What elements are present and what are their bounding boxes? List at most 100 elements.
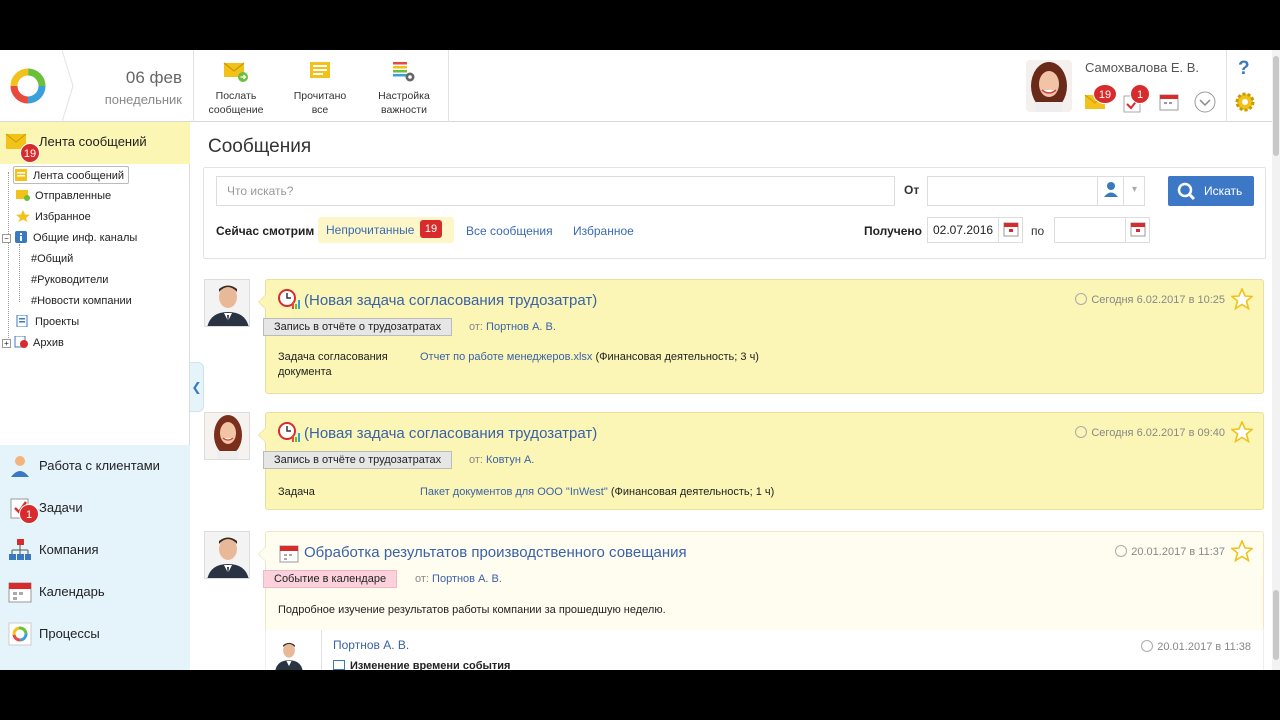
tree-item-projects[interactable]: Проекты xyxy=(16,313,79,331)
user-avatar[interactable] xyxy=(1026,60,1072,112)
tree-line xyxy=(19,244,20,302)
send-message-icon xyxy=(223,62,248,82)
sender-avatar[interactable] xyxy=(204,531,250,579)
date-to-field[interactable] xyxy=(1054,217,1150,243)
importance-settings-icon xyxy=(393,62,415,82)
sender-avatar[interactable] xyxy=(204,279,250,327)
nav-item-company[interactable]: Компания xyxy=(0,529,190,569)
tree-item-label: Избранное xyxy=(35,211,91,223)
calendar-icon[interactable] xyxy=(1158,92,1180,112)
task-clock-icon xyxy=(278,289,300,309)
from-dropdown-button[interactable]: ▾ xyxy=(1123,176,1145,206)
message-title[interactable]: (Новая задача согласования трудозатрат) xyxy=(304,425,597,442)
date-from-calendar-button[interactable] xyxy=(998,218,1022,242)
mark-all-read-button[interactable]: Прочитано все xyxy=(282,58,358,118)
help-icon[interactable]: ? xyxy=(1238,58,1250,80)
chevron-down-icon[interactable] xyxy=(1194,91,1216,113)
message-card[interactable]: Обработка результатов производственного … xyxy=(258,531,1264,631)
tree-item-channel-managers[interactable]: #Руководители xyxy=(31,271,108,289)
nav-label: Процессы xyxy=(39,626,100,641)
expand-toggle[interactable]: − xyxy=(2,234,11,243)
tree-item-channel-general[interactable]: #Общий xyxy=(31,250,73,268)
search-input[interactable]: Что искать? xyxy=(216,176,895,206)
person-picker-button[interactable] xyxy=(1097,176,1123,206)
tree-item-channel-news[interactable]: #Новости компании xyxy=(31,292,132,310)
calendar-event-icon xyxy=(279,545,299,563)
tab-favorites[interactable]: Избранное xyxy=(573,224,634,238)
tree-item-favorites[interactable]: Избранное xyxy=(16,208,91,226)
sender-link[interactable]: Ковтун А. xyxy=(486,454,534,466)
sidebar-feed-header[interactable]: 19 Лента сообщений xyxy=(0,122,190,164)
tab-all-messages[interactable]: Все сообщения xyxy=(466,224,553,238)
message-pointer xyxy=(258,294,266,310)
sender-link[interactable]: Портнов А. В. xyxy=(486,321,556,333)
search-button[interactable]: Искать xyxy=(1168,176,1254,206)
clients-icon xyxy=(11,456,29,477)
sender-link[interactable]: Портнов А. В. xyxy=(432,573,502,585)
scrollbar-thumb-lower[interactable] xyxy=(1273,590,1279,660)
tree-item-channels[interactable]: − Общие инф. каналы xyxy=(2,229,137,247)
star-icon[interactable] xyxy=(1231,421,1253,443)
nav-label: Компания xyxy=(39,542,99,557)
message-from: от: Портнов А. В. xyxy=(415,573,502,585)
top-bar: 06 фев понедельник Послать сообщение Про… xyxy=(0,50,1280,122)
message-card[interactable]: (Новая задача согласования трудозатрат) … xyxy=(258,279,1264,394)
message-field-value: Отчет по работе менеджеров.xlsx (Финансо… xyxy=(420,350,759,365)
reply-text-value: Изменение времени события xyxy=(350,660,511,670)
message-type-tag: Запись в отчёте о трудозатратах xyxy=(263,318,453,336)
scrollbar[interactable] xyxy=(1272,50,1280,670)
nav-label: Работа с клиентами xyxy=(39,458,160,473)
reply-divider xyxy=(321,630,322,670)
nav-item-clients[interactable]: Работа с клиентами xyxy=(0,445,190,485)
importance-settings-button[interactable]: Настройка важности xyxy=(366,58,442,118)
expand-toggle[interactable]: + xyxy=(2,339,11,348)
reply-author[interactable]: Портнов А. В. xyxy=(333,638,409,652)
app-logo-icon[interactable] xyxy=(8,66,48,106)
gear-icon[interactable] xyxy=(1234,91,1256,113)
nav-item-tasks[interactable]: 1 Задачи xyxy=(0,487,190,527)
date-weekday: понедельник xyxy=(104,92,182,107)
send-message-button[interactable]: Послать сообщение xyxy=(198,58,274,118)
document-link[interactable]: Пакет документов для ООО "InWest" xyxy=(420,486,608,498)
reply-date: 20.01.2017 в 11:38 xyxy=(1141,640,1251,653)
feed-header-label: Лента сообщений xyxy=(39,134,147,149)
company-icon xyxy=(9,539,31,560)
message-date: 20.01.2017 в 11:37 xyxy=(1115,545,1225,558)
message-title[interactable]: Обработка результатов производственного … xyxy=(304,544,687,561)
tab-unread[interactable]: Непрочитанные 19 xyxy=(318,217,454,243)
message-field-detail: (Финансовая деятельность; 1 ч) xyxy=(607,486,775,498)
date-to-calendar-button[interactable] xyxy=(1125,218,1149,242)
message-card[interactable]: (Новая задача согласования трудозатрат) … xyxy=(258,412,1264,510)
tree-item-archive[interactable]: + Архив xyxy=(2,334,64,352)
message-reply[interactable]: Портнов А. В. 20.01.2017 в 11:38 Изменен… xyxy=(265,630,1264,670)
sender-avatar[interactable] xyxy=(204,412,250,460)
message-date-value: Сегодня 6.02.2017 в 10:25 xyxy=(1091,294,1225,306)
date-from-field[interactable]: 02.07.2016 xyxy=(927,217,1023,243)
message-type-tag: Запись в отчёте о трудозатратах xyxy=(263,451,453,469)
message-title[interactable]: (Новая задача согласования трудозатрат) xyxy=(304,292,597,309)
received-label: Получено xyxy=(864,224,923,238)
star-icon xyxy=(16,210,30,222)
document-link[interactable]: Отчет по работе менеджеров.xlsx xyxy=(420,351,592,363)
app-window: 06 фев понедельник Послать сообщение Про… xyxy=(0,50,1280,670)
nav-item-processes[interactable]: Процессы xyxy=(0,613,190,653)
star-icon[interactable] xyxy=(1231,288,1253,310)
message-date: Сегодня 6.02.2017 в 09:40 xyxy=(1075,426,1225,439)
to-label: по xyxy=(1031,224,1045,238)
scrollbar-thumb[interactable] xyxy=(1273,56,1279,156)
current-date: 06 фев понедельник xyxy=(62,50,190,122)
tasks-nav-badge: 1 xyxy=(19,504,39,524)
from-label: От xyxy=(904,183,920,197)
message-pointer xyxy=(258,546,266,562)
processes-icon xyxy=(8,622,32,646)
star-icon[interactable] xyxy=(1231,540,1253,562)
messages-badge: 19 xyxy=(1093,84,1117,104)
main-navigation: Работа с клиентами 1 Задачи Компания Кал… xyxy=(0,445,190,670)
tree-item-sent[interactable]: Отправленные xyxy=(16,187,111,205)
user-name[interactable]: Самохвалова Е. В. xyxy=(1085,60,1199,75)
reply-avatar[interactable] xyxy=(274,638,304,670)
projects-icon xyxy=(16,315,28,327)
tree-item-feed[interactable]: Лента сообщений xyxy=(13,166,130,184)
date-from-value: 02.07.2016 xyxy=(933,223,994,237)
nav-item-calendar[interactable]: Календарь xyxy=(0,571,190,611)
